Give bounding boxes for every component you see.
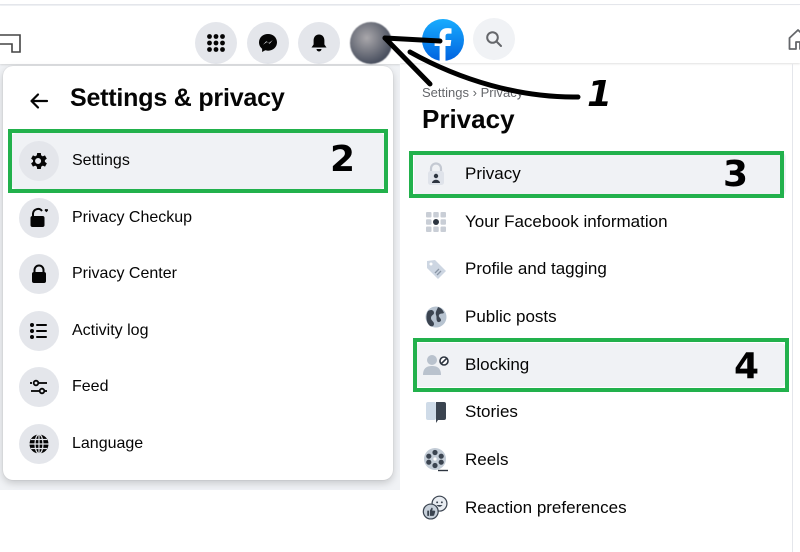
browser-top-edge — [0, 0, 400, 5]
messenger-button[interactable] — [247, 22, 289, 64]
stories-icon — [422, 398, 450, 426]
facebook-top-bar — [0, 6, 400, 64]
menu-grid-button[interactable] — [195, 22, 237, 64]
tag-icon — [422, 255, 450, 283]
privacy-item-reels[interactable]: Reels — [414, 438, 786, 482]
privacy-item-label: Profile and tagging — [465, 259, 607, 278]
search-button[interactable] — [473, 18, 515, 60]
lock-icon — [19, 254, 59, 294]
back-arrow-icon[interactable] — [28, 90, 50, 112]
breadcrumb-settings[interactable]: Settings — [422, 85, 469, 100]
gear-icon — [19, 141, 59, 181]
privacy-settings-screenshot: Settings › Privacy Privacy Privacy Your … — [400, 0, 800, 552]
menu-item-feed[interactable]: Feed — [11, 359, 385, 415]
privacy-item-profile-and-tagging[interactable]: Profile and tagging — [414, 247, 786, 291]
facebook-info-grid-icon — [422, 208, 450, 236]
privacy-item-public-posts[interactable]: Public posts — [414, 295, 786, 339]
privacy-item-blocking[interactable]: Blocking — [414, 343, 786, 387]
breadcrumb: Settings › Privacy — [422, 85, 523, 100]
privacy-item-stories[interactable]: Stories — [414, 390, 786, 434]
home-icon[interactable] — [788, 28, 800, 50]
breadcrumb-privacy[interactable]: Privacy — [481, 85, 524, 100]
privacy-item-label: Blocking — [465, 355, 530, 374]
notifications-button[interactable] — [298, 22, 340, 64]
menu-item-label: Privacy Center — [72, 265, 177, 282]
menu-item-privacy-center[interactable]: Privacy Center — [11, 246, 385, 302]
sliders-icon — [19, 367, 59, 407]
privacy-item-label: Public posts — [465, 307, 557, 326]
list-icon — [19, 311, 59, 351]
page-title: Privacy — [422, 104, 515, 134]
menu-item-label: Privacy Checkup — [72, 209, 193, 226]
privacy-item-label: Privacy — [465, 164, 521, 183]
menu-item-activity-log[interactable]: Activity log — [11, 303, 385, 359]
breadcrumb-separator: › — [472, 85, 477, 100]
menu-header: Settings & privacy — [3, 80, 393, 120]
search-icon — [486, 31, 502, 47]
window-corner-icon — [0, 34, 21, 53]
messenger-icon — [259, 34, 277, 52]
menu-grid-icon — [207, 34, 225, 52]
menu-item-label: Activity log — [72, 322, 149, 339]
lock-heart-icon — [19, 198, 59, 238]
globe-icon — [422, 303, 450, 331]
menu-item-label: Feed — [72, 378, 109, 395]
menu-title: Settings & privacy — [70, 84, 285, 112]
privacy-item-label: Stories — [465, 402, 518, 421]
settings-privacy-screenshot: Settings & privacy Settings Privacy Chec… — [0, 0, 400, 490]
facebook-top-bar — [400, 6, 800, 63]
privacy-item-label: Your Facebook information — [465, 212, 668, 231]
privacy-lock-icon — [422, 160, 450, 188]
settings-privacy-menu: Settings & privacy Settings Privacy Chec… — [3, 66, 393, 480]
content-divider — [792, 64, 793, 552]
privacy-item-your-facebook-information[interactable]: Your Facebook information — [414, 200, 786, 244]
reels-icon — [422, 446, 450, 474]
browser-top-edge — [400, 0, 800, 5]
privacy-item-label: Reaction preferences — [465, 498, 627, 517]
globe-icon — [19, 424, 59, 464]
menu-item-language[interactable]: Language — [11, 416, 385, 472]
privacy-item-privacy[interactable]: Privacy — [414, 152, 786, 196]
menu-item-privacy-checkup[interactable]: Privacy Checkup — [11, 190, 385, 246]
reactions-icon — [422, 494, 450, 522]
menu-item-label: Settings — [72, 152, 130, 169]
privacy-item-label: Reels — [465, 450, 509, 469]
menu-item-settings[interactable]: Settings — [11, 133, 385, 189]
privacy-item-reaction-preferences[interactable]: Reaction preferences — [414, 486, 786, 530]
facebook-logo[interactable] — [421, 18, 465, 62]
notifications-bell-icon — [311, 34, 327, 52]
profile-avatar[interactable] — [350, 22, 392, 64]
menu-item-label: Language — [72, 435, 144, 452]
block-user-icon — [422, 351, 450, 379]
